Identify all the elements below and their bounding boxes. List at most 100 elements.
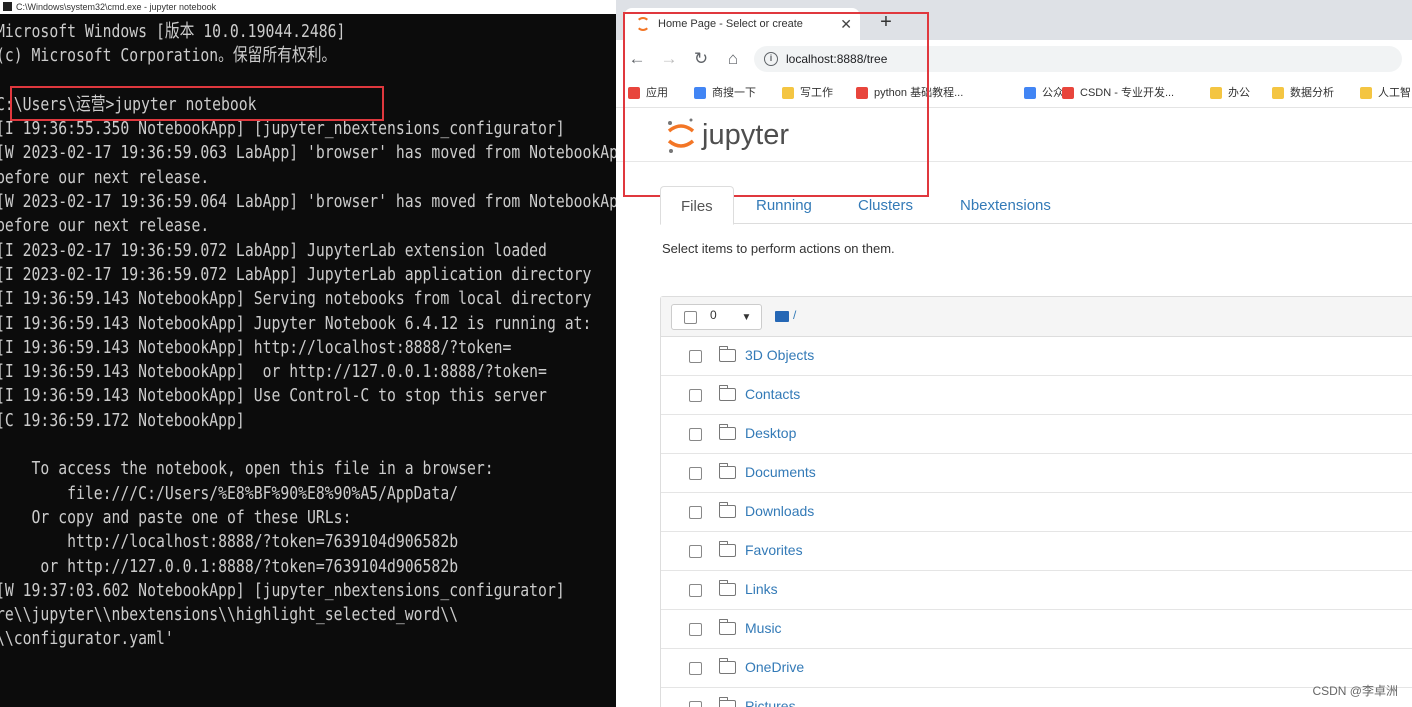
row-checkbox[interactable] bbox=[689, 428, 702, 441]
terminal-title: C:\Windows\system32\cmd.exe - jupyter no… bbox=[16, 2, 217, 12]
bookmark-item[interactable]: 数据分析 bbox=[1272, 85, 1334, 101]
file-list-toolbar: 0 ▼ / bbox=[661, 297, 1412, 337]
folder-icon bbox=[718, 541, 736, 557]
bookmark-label: CSDN - 专业开发... bbox=[1080, 87, 1175, 99]
bookmark-icon bbox=[1360, 87, 1372, 99]
bookmark-icon bbox=[1024, 87, 1036, 99]
folder-home-icon[interactable] bbox=[775, 311, 789, 322]
watermark: CSDN @李卓洲 bbox=[1312, 684, 1398, 698]
terminal-line: Microsoft Windows [版本 10.0.19044.2486] bbox=[0, 21, 346, 42]
row-checkbox[interactable] bbox=[689, 662, 702, 675]
file-row[interactable]: Documents bbox=[661, 454, 1412, 493]
terminal-line: Or copy and paste one of these URLs: bbox=[0, 506, 352, 528]
bookmark-label: 公众 bbox=[1042, 87, 1064, 99]
cmd-icon bbox=[3, 2, 12, 11]
terminal-line: re\\jupyter\\nbextensions\\highlight_sel… bbox=[0, 604, 459, 626]
folder-icon bbox=[718, 502, 736, 518]
terminal-line: [I 2023-02-17 19:36:59.072 LabApp] Jupyt… bbox=[0, 239, 547, 261]
browser-window: Home Page - Select or create ✕ + ← → ↻ ⌂… bbox=[616, 0, 1412, 707]
folder-link[interactable]: Links bbox=[745, 581, 778, 597]
terminal-line: or http://127.0.0.1:8888/?token=7639104d… bbox=[0, 555, 459, 577]
folder-link[interactable]: Desktop bbox=[745, 425, 796, 441]
jupyter-tabs: Files Running Clusters Nbextensions bbox=[660, 186, 1412, 225]
command-highlight-box bbox=[10, 86, 384, 121]
file-row[interactable]: OneDrive bbox=[661, 649, 1412, 688]
terminal-line: [I 19:36:59.143 NotebookApp] Use Control… bbox=[0, 385, 547, 407]
row-checkbox[interactable] bbox=[689, 701, 702, 707]
terminal-line: To access the notebook, open this file i… bbox=[0, 458, 494, 480]
folder-icon bbox=[718, 463, 736, 479]
bookmark-label: 办公 bbox=[1228, 87, 1250, 99]
terminal-line: [I 19:36:59.143 NotebookApp] http://loca… bbox=[0, 336, 512, 358]
bookmark-item[interactable]: 办公 bbox=[1210, 85, 1250, 101]
terminal-line: [W 2023-02-17 19:36:59.063 LabApp] 'brow… bbox=[0, 142, 616, 164]
folder-link[interactable]: Pictures bbox=[745, 698, 796, 707]
folder-link[interactable]: Contacts bbox=[745, 386, 800, 402]
bookmark-item[interactable]: 公众 bbox=[1024, 85, 1064, 101]
terminal-line: [I 19:36:59.143 NotebookApp] Serving not… bbox=[0, 288, 592, 310]
select-dropdown-caret-icon[interactable]: ▼ bbox=[732, 304, 762, 330]
terminal-line: http://localhost:8888/?token=7639104d906… bbox=[0, 531, 459, 553]
folder-icon bbox=[718, 580, 736, 596]
terminal-line: \\configurator.yaml' bbox=[0, 628, 174, 650]
bookmark-icon bbox=[1062, 87, 1074, 99]
row-checkbox[interactable] bbox=[689, 389, 702, 402]
terminal-line: [C 19:36:59.172 NotebookApp] bbox=[0, 409, 245, 431]
file-row[interactable]: Music bbox=[661, 610, 1412, 649]
file-row[interactable]: Favorites bbox=[661, 532, 1412, 571]
file-row[interactable]: Desktop bbox=[661, 415, 1412, 454]
folder-link[interactable]: Documents bbox=[745, 464, 816, 480]
bookmark-icon bbox=[1272, 87, 1284, 99]
terminal-window[interactable]: C:\Windows\system32\cmd.exe - jupyter no… bbox=[0, 0, 616, 707]
terminal-titlebar: C:\Windows\system32\cmd.exe - jupyter no… bbox=[0, 0, 616, 14]
row-checkbox[interactable] bbox=[689, 545, 702, 558]
file-list-panel: 0 ▼ / 3D Objects Contacts Desktop Documents… bbox=[660, 296, 1412, 707]
folder-icon bbox=[718, 697, 736, 707]
tab-files[interactable]: Files bbox=[660, 186, 734, 225]
file-row[interactable]: 3D Objects bbox=[661, 337, 1412, 376]
folder-link[interactable]: Favorites bbox=[745, 542, 803, 558]
browser-highlight-box bbox=[623, 12, 929, 197]
select-all-button[interactable]: 0 bbox=[671, 304, 733, 330]
bookmark-item[interactable]: 人工智 bbox=[1360, 85, 1411, 101]
terminal-line: [I 19:36:59.143 NotebookApp] Jupyter Not… bbox=[0, 312, 592, 334]
tab-nbextensions[interactable]: Nbextensions bbox=[940, 186, 1071, 224]
row-checkbox[interactable] bbox=[689, 350, 702, 363]
bookmark-item[interactable]: CSDN - 专业开发... bbox=[1062, 85, 1174, 101]
terminal-line: file:///C:/Users/%E8%BF%90%E8%90%A5/AppD… bbox=[0, 482, 459, 504]
folder-icon bbox=[718, 385, 736, 401]
terminal-line: before our next release. bbox=[0, 166, 210, 188]
terminal-line: [I 2023-02-17 19:36:59.072 LabApp] Jupyt… bbox=[0, 263, 592, 285]
terminal-line: [W 19:37:03.602 NotebookApp] [jupyter_nb… bbox=[0, 579, 565, 601]
file-row[interactable]: Contacts bbox=[661, 376, 1412, 415]
tab-clusters[interactable]: Clusters bbox=[838, 186, 933, 224]
bookmark-label: 人工智 bbox=[1378, 87, 1411, 99]
row-checkbox[interactable] bbox=[689, 623, 702, 636]
row-checkbox[interactable] bbox=[689, 506, 702, 519]
file-row[interactable]: Links bbox=[661, 571, 1412, 610]
terminal-line: [I 19:36:59.143 NotebookApp] or http://1… bbox=[0, 361, 547, 383]
row-checkbox[interactable] bbox=[689, 584, 702, 597]
folder-link[interactable]: 3D Objects bbox=[745, 347, 814, 363]
breadcrumb-root[interactable]: / bbox=[793, 308, 796, 322]
folder-icon bbox=[718, 424, 736, 440]
file-row[interactable]: Pictures bbox=[661, 688, 1412, 707]
select-all-checkbox[interactable] bbox=[684, 311, 697, 324]
folder-link[interactable]: Music bbox=[745, 620, 782, 636]
bookmark-icon bbox=[1210, 87, 1222, 99]
folder-icon bbox=[718, 346, 736, 362]
tab-running[interactable]: Running bbox=[736, 186, 832, 224]
terminal-line: [W 2023-02-17 19:36:59.064 LabApp] 'brow… bbox=[0, 191, 616, 213]
bookmark-label: 数据分析 bbox=[1290, 87, 1334, 99]
terminal-line: before our next release. bbox=[0, 215, 210, 237]
folder-icon bbox=[718, 619, 736, 635]
selection-hint: Select items to perform actions on them. bbox=[662, 241, 895, 256]
folder-icon bbox=[718, 658, 736, 674]
terminal-line: (c) Microsoft Corporation。保留所有权利。 bbox=[0, 45, 337, 67]
file-row[interactable]: Downloads bbox=[661, 493, 1412, 532]
selected-count: 0 bbox=[710, 308, 717, 322]
folder-link[interactable]: Downloads bbox=[745, 503, 814, 519]
folder-link[interactable]: OneDrive bbox=[745, 659, 804, 675]
row-checkbox[interactable] bbox=[689, 467, 702, 480]
